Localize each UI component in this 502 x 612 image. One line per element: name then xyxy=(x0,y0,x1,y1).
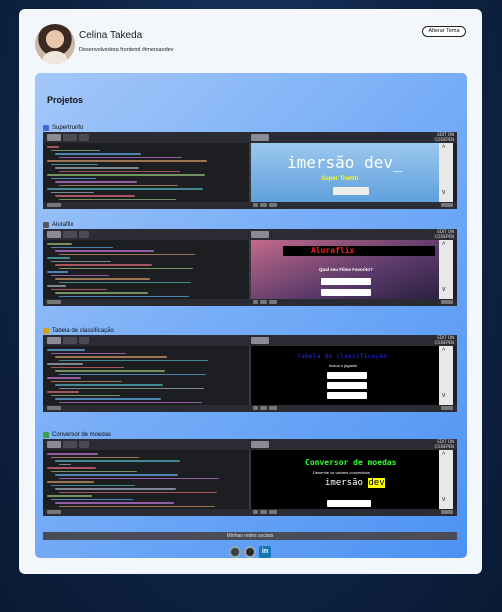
project-title-text: Aluraflix xyxy=(52,222,74,228)
preview-subtitle: Desenhe os valores convertidos xyxy=(313,470,370,475)
zoom-025x-button[interactable] xyxy=(269,203,277,207)
zoom-05x-button[interactable] xyxy=(260,203,267,207)
tab-css[interactable] xyxy=(63,337,77,344)
project-title-text: Conversor de moedas xyxy=(52,432,112,438)
result-preview[interactable]: Aluraflix Qual seu Filme Favorito? xyxy=(251,240,439,299)
preview-scrollbar[interactable]: ^ v xyxy=(439,346,453,405)
profile-bio: Desenvolvedora frontend #imersaodev xyxy=(79,47,174,53)
rerun-button[interactable] xyxy=(441,203,453,207)
code-editor[interactable] xyxy=(43,450,249,509)
tab-html[interactable] xyxy=(47,231,61,238)
tab-js[interactable] xyxy=(79,441,89,448)
zoom-025x-button[interactable] xyxy=(269,510,277,514)
result-preview[interactable]: Tabela de classificação Inclua o jogador xyxy=(251,346,439,405)
reddit-icon[interactable] xyxy=(244,546,256,558)
trophy-icon xyxy=(43,328,49,334)
codepen-embed[interactable]: EDIT ON CODEPEN Tabela de classificação Inc… xyxy=(43,335,457,412)
preview-title: Conversor de moedas xyxy=(305,458,397,467)
tv-icon xyxy=(43,222,49,228)
tab-html[interactable] xyxy=(47,441,61,448)
zoom-05x-button[interactable] xyxy=(260,300,267,304)
preview-title: imersão dev_ xyxy=(287,153,403,172)
codepen-logo[interactable]: EDIT ON CODEPEN xyxy=(435,335,454,345)
code-editor[interactable] xyxy=(43,143,249,202)
avatar xyxy=(35,24,75,64)
preview-scrollbar[interactable]: ^ v xyxy=(439,240,453,299)
project-title-2: Tabela de classificação xyxy=(43,328,114,334)
zoom-025x-button[interactable] xyxy=(269,300,277,304)
tab-js[interactable] xyxy=(79,231,89,238)
zoom-1x-button[interactable] xyxy=(253,406,258,410)
project-title-text: Supertrunfo xyxy=(52,125,84,131)
codepen-embed[interactable]: EDIT ON CODEPEN Conversor de moedas Desenhe… xyxy=(43,439,457,516)
zoom-1x-button[interactable] xyxy=(253,203,258,207)
rerun-button[interactable] xyxy=(441,406,453,410)
tab-result[interactable] xyxy=(251,337,269,344)
card-icon xyxy=(43,125,49,131)
result-preview[interactable]: imersão dev_ Super Trunfo xyxy=(251,143,439,202)
codepen-logo[interactable]: EDIT ON CODEPEN xyxy=(435,229,454,239)
editor-resize-button[interactable] xyxy=(47,203,61,207)
code-editor[interactable] xyxy=(43,240,249,299)
tab-css[interactable] xyxy=(63,231,77,238)
zoom-1x-button[interactable] xyxy=(253,510,258,514)
social-label: Minhas redes sociais xyxy=(43,532,457,540)
change-theme-button[interactable]: Alterar Tema xyxy=(422,26,466,37)
social-icons: in xyxy=(229,546,271,558)
editor-resize-button[interactable] xyxy=(47,300,61,304)
tab-js[interactable] xyxy=(79,337,89,344)
preview-title: Tabela de classificação xyxy=(297,352,388,360)
preview-scrollbar[interactable]: ^ v xyxy=(439,450,453,509)
tab-css[interactable] xyxy=(63,134,77,141)
zoom-025x-button[interactable] xyxy=(269,406,277,410)
codepen-embed[interactable]: EDIT ON CODEPEN imersão dev_ Super Trunfo ^ v xyxy=(43,132,457,209)
codepen-logo[interactable]: EDIT ON CODEPEN xyxy=(435,132,454,142)
tab-html[interactable] xyxy=(47,337,61,344)
zoom-05x-button[interactable] xyxy=(260,406,267,410)
codepen-logo[interactable]: EDIT ON CODEPEN xyxy=(435,439,454,449)
preview-title: Aluraflix xyxy=(311,246,355,255)
projects-heading: Projetos xyxy=(47,95,84,105)
editor-resize-button[interactable] xyxy=(47,406,61,410)
preview-subtitle: Qual seu Filme Favorito? xyxy=(319,267,373,272)
github-icon[interactable] xyxy=(229,546,241,558)
editor-resize-button[interactable] xyxy=(47,510,61,514)
rerun-button[interactable] xyxy=(441,300,453,304)
tab-result[interactable] xyxy=(251,231,269,238)
profile-name: Celina Takeda xyxy=(79,30,143,41)
zoom-05x-button[interactable] xyxy=(260,510,267,514)
projects-section: Projetos Supertrunfo EDIT ON CODEPEN imersã… xyxy=(35,73,467,558)
preview-scrollbar[interactable]: ^ v xyxy=(439,143,453,202)
linkedin-icon[interactable]: in xyxy=(259,546,271,558)
profile-card: Celina Takeda Desenvolvedora frontend #i… xyxy=(19,9,482,574)
zoom-1x-button[interactable] xyxy=(253,300,258,304)
coin-icon xyxy=(43,432,49,438)
code-editor[interactable] xyxy=(43,346,249,405)
tab-js[interactable] xyxy=(79,134,89,141)
tab-result[interactable] xyxy=(251,441,269,448)
tab-html[interactable] xyxy=(47,134,61,141)
rerun-button[interactable] xyxy=(441,510,453,514)
project-title-1: Aluraflix xyxy=(43,222,73,228)
project-title-3: Conversor de moedas xyxy=(43,432,111,438)
preview-subtitle: Inclua o jogador xyxy=(329,363,358,368)
preview-subtitle: Super Trunfo xyxy=(321,176,359,182)
project-title-text: Tabela de classificação xyxy=(52,328,114,334)
tab-css[interactable] xyxy=(63,441,77,448)
project-title-0: Supertrunfo xyxy=(43,125,83,131)
result-preview[interactable]: Conversor de moedas Desenhe os valores co… xyxy=(251,450,439,509)
codepen-embed[interactable]: EDIT ON CODEPEN Aluraflix Qual seu Filme Fa… xyxy=(43,229,457,306)
tab-result[interactable] xyxy=(251,134,269,141)
